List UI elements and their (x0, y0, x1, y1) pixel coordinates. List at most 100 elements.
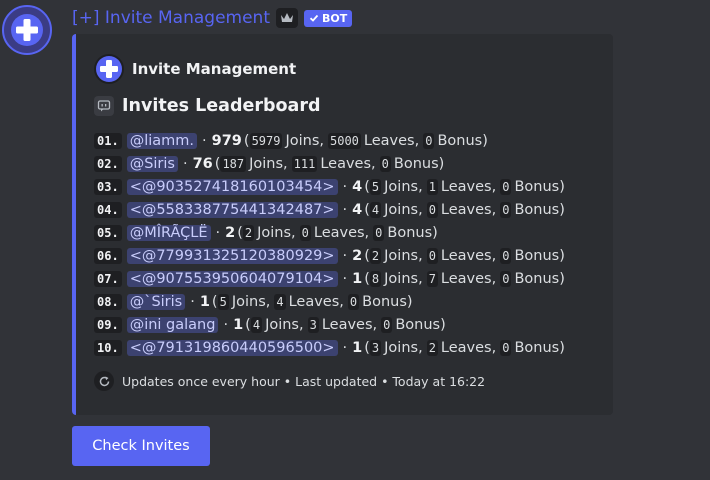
refresh-icon (94, 371, 114, 391)
joins-label: Joins, (384, 339, 423, 356)
user-mention[interactable]: @Siris (126, 155, 178, 172)
user-mention[interactable]: @MÎRÃÇLË (126, 224, 211, 241)
bonus-label: Bonus) (514, 201, 565, 218)
bonus-count: 0 (500, 247, 512, 264)
joins-count: 5979 (249, 132, 283, 149)
bonus-count: 0 (381, 316, 393, 333)
bonus-label: Bonus) (387, 224, 438, 241)
bonus-label: Bonus) (395, 316, 446, 333)
separator-dot: · (223, 316, 229, 333)
invite-score: 979 (211, 132, 242, 149)
leaves-count: 3 (307, 316, 319, 333)
invite-score: 1 (352, 339, 363, 356)
joins-label: Joins, (231, 293, 271, 310)
joins-count: 2 (242, 224, 255, 241)
bonus-count: 0 (500, 270, 512, 287)
separator-dot: · (182, 155, 188, 172)
leaderboard-row: 06. <@779931325120380929> · 2(2 Joins, 0 Leave… (94, 244, 565, 267)
leaderboard-row: 04. <@558338775441342487> · 4(4 Joins, 0 Leave… (94, 198, 565, 221)
bot-tag: BOT (304, 9, 353, 27)
joins-label: Joins, (285, 132, 324, 149)
invite-score: 2 (225, 224, 236, 241)
row-rank: 10. (94, 339, 122, 356)
leaderboard-embed: Invite Management Invites Leaderboard 0 1… (72, 34, 613, 415)
bot-tag-label: BOT (322, 11, 348, 25)
joins-label: Joins, (384, 201, 423, 218)
bonus-count: 0 (500, 201, 512, 218)
user-mention[interactable]: <@903527418160103454> (126, 178, 338, 195)
bonus-label: Bonus) (393, 155, 445, 172)
row-rank: 05. (94, 224, 122, 241)
leaves-label: Leaves, (440, 247, 497, 264)
bonus-count: 0 (500, 339, 512, 356)
embed-footer-text: Updates once every hour • Last updated •… (122, 373, 486, 389)
user-mention[interactable]: <@907553950604079104> (126, 270, 338, 287)
leaves-count: 7 (426, 270, 438, 287)
embed-footer: Updates once every hour • Last updated •… (94, 371, 485, 391)
embed-title-text: Invites Leaderboard (122, 96, 321, 116)
leaves-label: Leaves, (440, 270, 497, 287)
plus-icon (94, 54, 124, 84)
separator-dot: · (202, 132, 207, 149)
leaves-label: Leaves, (440, 178, 497, 195)
invite-score: 1 (233, 316, 244, 333)
bot-username[interactable]: [+] Invite Management (72, 8, 270, 28)
embed-title: Invites Leaderboard (94, 96, 321, 116)
user-mention[interactable]: <@779931325120380929> (126, 247, 338, 264)
separator-dot: · (215, 224, 221, 241)
joins-label: Joins, (249, 155, 288, 172)
separator-dot: · (190, 293, 195, 310)
bonus-label: Bonus) (437, 132, 488, 149)
user-mention[interactable]: @liamm. (126, 132, 197, 149)
embed-author: Invite Management (94, 54, 296, 84)
joins-count: 4 (369, 201, 382, 218)
leaves-label: Leaves, (288, 293, 344, 310)
user-mention[interactable]: @ini galang (126, 316, 219, 333)
bot-avatar[interactable] (2, 5, 52, 55)
leaves-count: 0 (299, 224, 311, 241)
leaves-count: 4 (274, 293, 286, 310)
joins-label: Joins, (265, 316, 304, 333)
separator-dot: · (342, 270, 348, 287)
separator-dot: · (342, 247, 348, 264)
separator-dot: · (342, 339, 348, 356)
row-rank: 08. (94, 293, 122, 310)
check-invites-button[interactable]: Check Invites (72, 426, 210, 466)
leaves-count: 1 (426, 178, 438, 195)
joins-count: 2 (369, 247, 382, 264)
user-mention[interactable]: @`Siris (126, 293, 186, 310)
bonus-count: 0 (500, 178, 512, 195)
row-rank: 03. (94, 178, 122, 195)
bonus-count: 0 (423, 132, 435, 149)
leaves-label: Leaves, (320, 155, 376, 172)
invite-score: 76 (192, 155, 213, 172)
user-mention[interactable]: <@558338775441342487> (126, 201, 338, 218)
joins-count: 187 (220, 155, 247, 172)
leaderboard-list: 01. @liamm. · 979(5979 Joins, 5000 Leaves, 0 Bon… (94, 129, 565, 359)
row-rank: 06. (94, 247, 122, 264)
bonus-label: Bonus) (514, 339, 565, 356)
open-paren: ( (243, 132, 250, 149)
message-header: [+] Invite Management BOT (72, 6, 353, 30)
bonus-label: Bonus) (514, 247, 565, 264)
embed-author-name: Invite Management (132, 60, 297, 78)
bonus-count: 0 (379, 155, 391, 172)
row-rank: 07. (94, 270, 122, 287)
leaderboard-row: 02. @Siris · 76(187 Joins, 111 Leaves, 0 Bonus) (94, 152, 565, 175)
joins-label: Joins, (257, 224, 296, 241)
joins-count: 5 (369, 178, 382, 195)
joins-count: 3 (369, 339, 382, 356)
open-paren: ( (245, 316, 251, 333)
joins-count: 4 (250, 316, 263, 333)
leaves-count: 0 (426, 247, 438, 264)
leaderboard-row: 09. @ini galang · 1(4 Joins, 3 Leaves, 0 Bonus) (94, 313, 565, 336)
leaves-label: Leaves, (363, 132, 420, 149)
open-paren: ( (211, 293, 218, 310)
user-mention[interactable]: <@791319860440596500> (126, 339, 338, 356)
leaves-label: Leaves, (440, 201, 497, 218)
leaves-count: 0 (426, 201, 438, 218)
checkmark-icon (309, 14, 319, 22)
row-rank: 02. (94, 155, 122, 172)
joins-count: 8 (369, 270, 382, 287)
leaves-count: 2 (426, 339, 438, 356)
